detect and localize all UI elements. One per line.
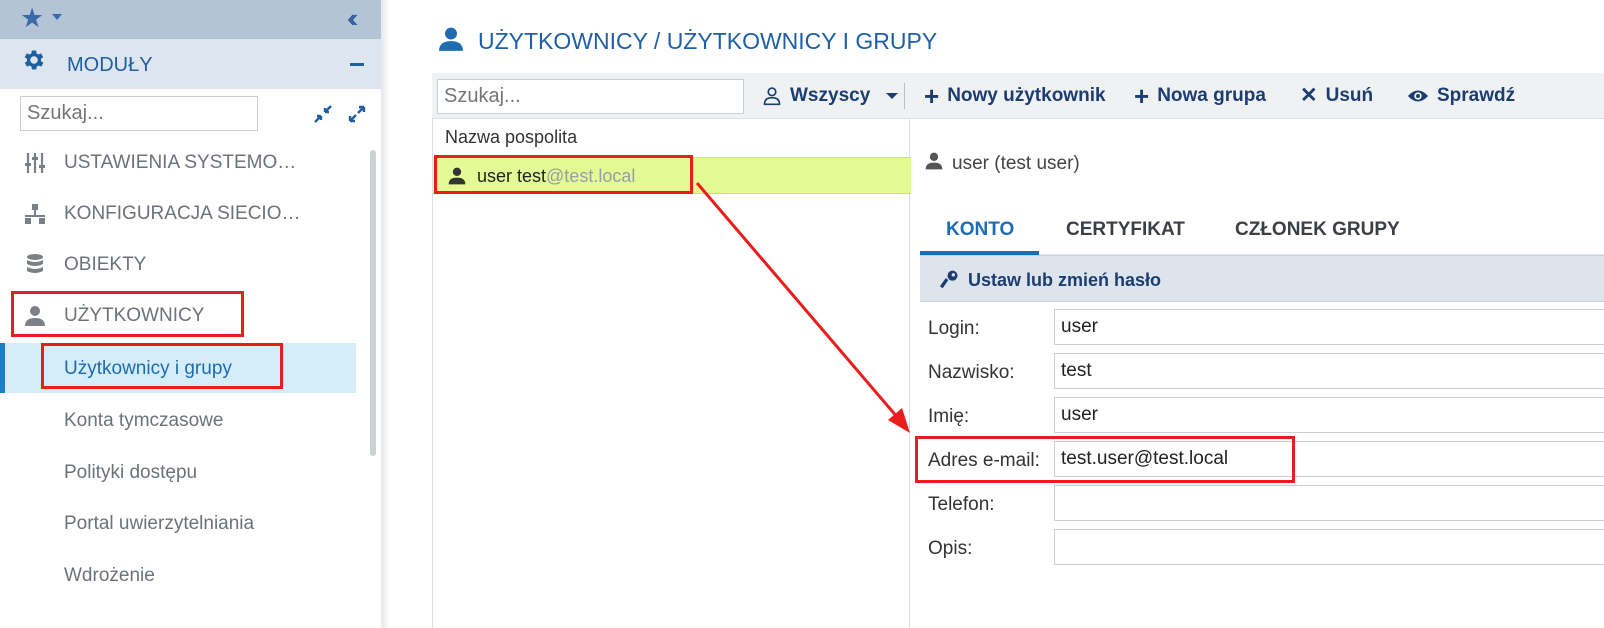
toolbar: Wszyscy + Nowy użytkownik + Nowa grupa ✕ Us… (432, 73, 1604, 119)
plus-icon: + (1134, 80, 1150, 111)
plus-icon: + (924, 80, 940, 111)
sidebar-item-label: OBIEKTY (64, 254, 147, 275)
sidebar-subitem-label: Konta tymczasowe (64, 410, 224, 431)
sidebar-item-objects[interactable]: OBIEKTY (0, 240, 360, 290)
toolbar-separator (904, 83, 905, 109)
sidebar-subitem-deployment[interactable]: Wdrożenie (0, 550, 356, 600)
favorites-star-icon[interactable]: ★ (20, 2, 44, 34)
gear-icon (24, 50, 44, 70)
tab-certificate[interactable]: CERTYFIKAT (1066, 219, 1185, 241)
user-icon (439, 27, 463, 51)
sidebar-shadow (381, 0, 390, 628)
new-group-label: Nowa grupa (1157, 85, 1266, 106)
close-icon: ✕ (1300, 83, 1318, 107)
check-button[interactable]: Sprawdź (1407, 85, 1515, 107)
column-header-common-name[interactable]: Nazwa pospolita (445, 127, 577, 148)
annotation-box-users-and-groups (41, 343, 283, 389)
sidebar-subitem-auth-portal[interactable]: Portal uwierzytelniania (0, 498, 356, 548)
favorites-caret-icon[interactable] (52, 14, 62, 20)
first-name-field[interactable] (1054, 397, 1604, 433)
phone-field[interactable] (1054, 485, 1604, 521)
page-title: UŻYTKOWNICY / UŻYTKOWNICY I GRUPY (478, 28, 938, 54)
sidebar-topbar: ★ ‹‹ (0, 0, 381, 39)
sidebar-scrollbar[interactable] (370, 150, 376, 456)
eye-icon (1407, 90, 1429, 102)
set-password-button[interactable]: Ustaw lub zmień hasło (920, 255, 1604, 302)
detail-tabs: KONTO CERTYFIKAT CZŁONEK GRUPY (920, 211, 1604, 255)
surname-field[interactable] (1054, 353, 1604, 389)
network-icon (25, 204, 45, 224)
phone-label: Telefon: (928, 494, 995, 515)
annotation-box-users (11, 291, 244, 337)
sidebar-subitem-temporary-accounts[interactable]: Konta tymczasowe (0, 395, 356, 445)
user-icon (925, 152, 943, 170)
filter-label: Wszyscy (790, 85, 871, 106)
check-label: Sprawdź (1437, 85, 1516, 106)
modules-header[interactable]: MODUŁY (0, 39, 381, 89)
annotation-box-user-row (434, 155, 693, 194)
set-password-label: Ustaw lub zmień hasło (968, 270, 1162, 290)
sidebar-subitem-label: Wdrożenie (64, 565, 155, 586)
sidebar-search-input[interactable] (20, 96, 258, 131)
annotation-box-email (915, 436, 1295, 483)
key-icon (940, 270, 958, 289)
description-field[interactable] (1054, 529, 1604, 565)
description-label: Opis: (928, 538, 973, 559)
delete-label: Usuń (1325, 85, 1374, 106)
new-user-label: Nowy użytkownik (947, 85, 1106, 106)
login-label: Login: (928, 318, 980, 339)
sidebar-subitem-access-policies[interactable]: Polityki dostępu (0, 447, 356, 497)
modules-label: MODUŁY (67, 54, 153, 76)
sidebar-item-label: KONFIGURACJA SIECIO… (64, 203, 301, 224)
collapse-modules-icon[interactable] (350, 63, 364, 66)
sidebar-item-label: USTAWIENIA SYSTEMO… (64, 152, 297, 173)
delete-button[interactable]: ✕ Usuń (1300, 85, 1373, 107)
expand-icon[interactable] (347, 104, 367, 124)
sidebar-item-network-config[interactable]: KONFIGURACJA SIECIO… (0, 189, 360, 239)
sidebar-subitem-label: Polityki dostępu (64, 462, 198, 483)
first-name-label: Imię: (928, 406, 970, 427)
new-group-button[interactable]: + Nowa grupa (1134, 80, 1266, 111)
sidebar-subitem-label: Portal uwierzytelniania (64, 513, 255, 534)
user-outline-icon (763, 87, 781, 106)
user-search-input[interactable] (437, 79, 744, 114)
new-user-button[interactable]: + Nowy użytkownik (924, 80, 1106, 111)
detail-heading: user (test user) (924, 151, 1080, 175)
tab-group-member[interactable]: CZŁONEK GRUPY (1235, 219, 1400, 241)
surname-label: Nazwisko: (928, 362, 1015, 383)
app-window: ★ ‹‹ MODUŁY USTAWIENIA SYSTEMO… (0, 0, 1604, 628)
user-detail-panel: user (test user) KONTO CERTYFIKAT CZŁONE… (911, 119, 1604, 628)
collapse-sidebar-icon[interactable]: ‹‹ (347, 4, 359, 32)
filter-dropdown[interactable]: Wszyscy (762, 85, 898, 107)
sidebar-item-system-settings[interactable]: USTAWIENIA SYSTEMO… (0, 138, 360, 188)
tab-account[interactable]: KONTO (946, 219, 1014, 241)
user-list-panel: Nazwa pospolita user test@test.local (432, 119, 911, 628)
sliders-icon (25, 153, 45, 173)
chevron-down-icon (885, 92, 898, 99)
database-icon (27, 254, 43, 273)
login-field[interactable] (1054, 309, 1604, 345)
detail-heading-text: user (test user) (952, 153, 1080, 174)
compress-icon[interactable] (313, 104, 333, 124)
